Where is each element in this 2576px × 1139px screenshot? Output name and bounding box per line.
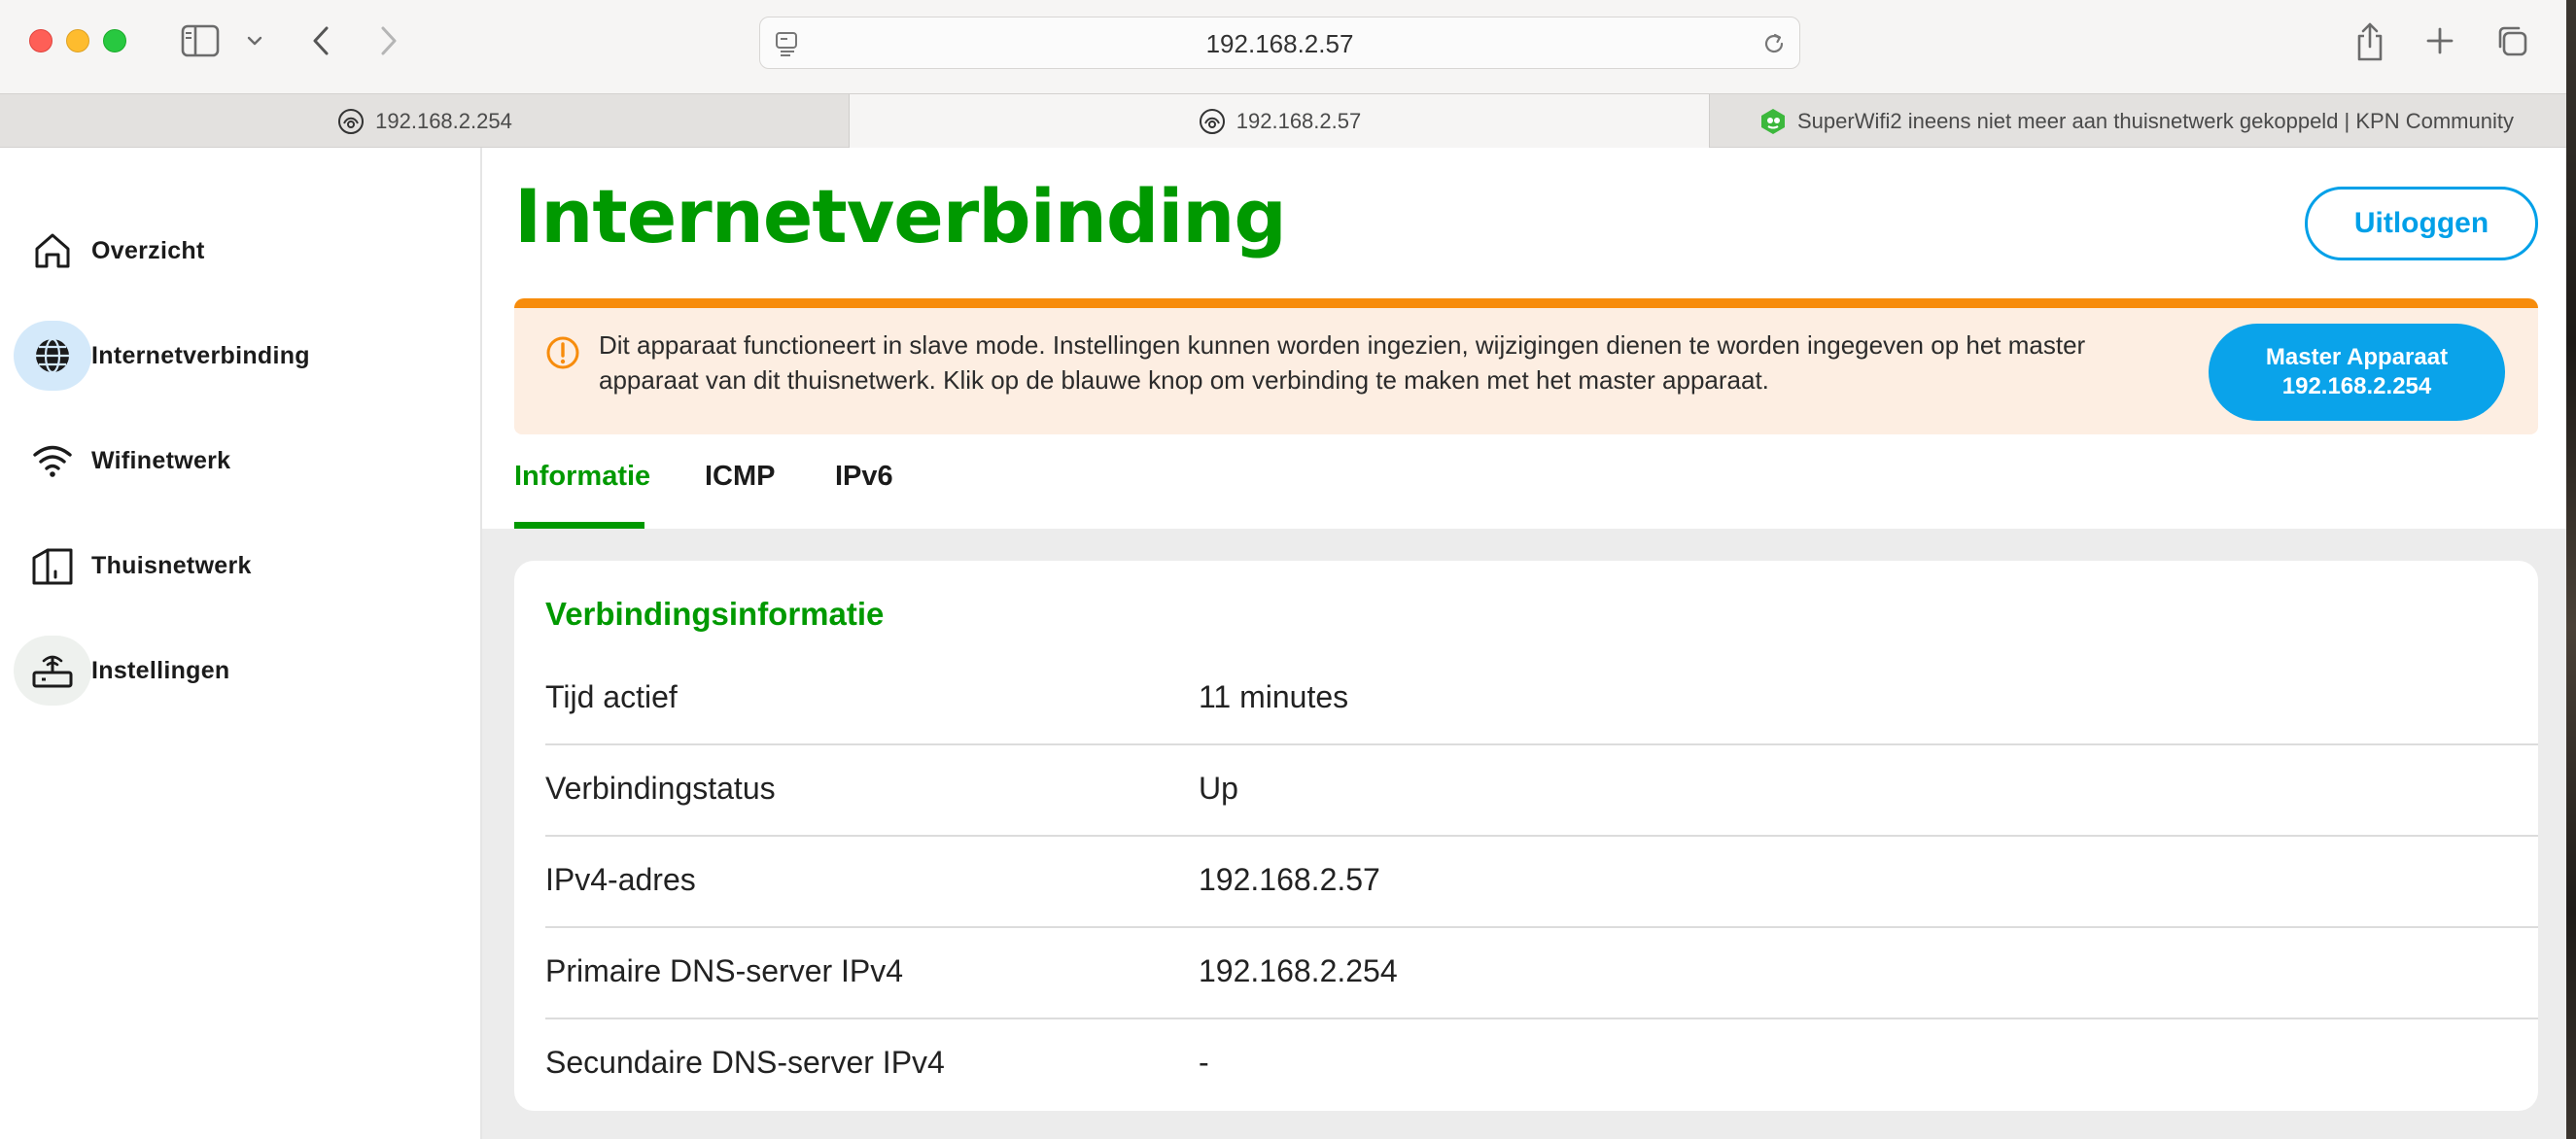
tab-label: ICMP (705, 461, 776, 492)
info-value: 192.168.2.57 (1199, 862, 1380, 897)
sidebar-item-label: Internetverbinding (91, 341, 310, 369)
info-row: IPv4-adres 192.168.2.57 (545, 837, 2538, 928)
kpn-community-icon (1761, 109, 1785, 134)
sidebar-item-label: Instellingen (91, 656, 230, 684)
alert-message: Dit apparaat functioneert in slave mode.… (599, 330, 2086, 395)
info-row: Secundaire DNS-server IPv4 - (545, 1019, 2538, 1111)
info-row: Primaire DNS-server IPv4 192.168.2.254 (545, 928, 2538, 1019)
plus-icon[interactable] (2420, 21, 2459, 60)
tab-label: Informatie (514, 461, 651, 492)
address-url[interactable]: 192.168.2.57 (760, 17, 1799, 70)
info-label: Verbindingstatus (545, 771, 776, 806)
connection-info-card: Verbindingsinformatie Tijd actief 11 min… (514, 561, 2538, 1111)
minimize-window-button[interactable] (66, 29, 89, 52)
browser-toolbar: 192.168.2.57 (0, 0, 2566, 93)
page-title: Internetverbinding (514, 173, 1287, 259)
tab-ipv6[interactable]: IPv6 (835, 461, 893, 529)
info-value: 11 minutes (1199, 679, 1349, 714)
tab-informatie[interactable]: Informatie (514, 461, 650, 529)
slave-mode-alert: Dit apparaat functioneert in slave mode.… (514, 298, 2538, 434)
sidebar-item-thuisnetwerk[interactable]: Thuisnetwerk (0, 527, 480, 604)
back-arrow-icon[interactable] (303, 21, 338, 60)
kpn-router-icon (1199, 109, 1225, 134)
info-label: Secundaire DNS-server IPv4 (545, 1045, 945, 1080)
forward-arrow-icon[interactable] (371, 21, 406, 60)
info-value: 192.168.2.254 (1199, 953, 1398, 988)
sidebar-item-label: Wifinetwerk (91, 446, 231, 474)
reload-icon[interactable] (1760, 30, 1788, 57)
share-icon[interactable] (2350, 19, 2389, 64)
zoom-window-button[interactable] (103, 29, 126, 52)
master-button-address: 192.168.2.254 (2281, 373, 2432, 399)
info-label: Tijd actief (545, 679, 678, 714)
sidebar-item-wifinetwerk[interactable]: Wifinetwerk (0, 422, 480, 500)
wifi-icon (14, 426, 91, 496)
sidebar-item-instellingen[interactable]: Instellingen (0, 632, 480, 709)
master-button-label: Master Apparaat (2265, 344, 2449, 370)
kpn-router-icon (338, 109, 365, 134)
info-row: Tijd actief 11 minutes (545, 654, 2538, 745)
tab-label: IPv6 (835, 461, 893, 492)
info-label: IPv4-adres (545, 862, 696, 897)
sidebar-item-label: Overzicht (91, 236, 205, 264)
info-value: Up (1199, 771, 1238, 806)
tab-title: SuperWifi2 ineens niet meer aan thuisnet… (1797, 109, 2514, 133)
close-window-button[interactable] (29, 29, 52, 52)
main-content: Internetverbinding Uitloggen Dit apparaa… (482, 148, 2566, 1139)
tab-title: 192.168.2.57 (1236, 109, 1362, 133)
address-bar[interactable]: 192.168.2.57 (759, 17, 1800, 69)
browser-tab[interactable]: 192.168.2.254 (0, 94, 850, 149)
active-tab-indicator (514, 522, 644, 529)
sidebar-item-label: Thuisnetwerk (91, 551, 252, 579)
card-title: Verbindingsinformatie (545, 596, 885, 632)
desktop-background (2566, 0, 2576, 1139)
sidebar: Overzicht Internetverbinding Wifinetwerk… (0, 148, 482, 1139)
master-device-button[interactable]: Master Apparaat 192.168.2.254 (2209, 324, 2505, 421)
tab-overview-icon[interactable] (2492, 21, 2531, 60)
tab-bar: 192.168.2.254 192.168.2.57 SuperWifi2 in… (0, 93, 2566, 149)
router-page: Overzicht Internetverbinding Wifinetwerk… (0, 148, 2566, 1139)
house-network-icon (14, 531, 91, 601)
chevron-down-icon[interactable] (243, 29, 266, 52)
home-icon (14, 216, 91, 286)
tab-icmp[interactable]: ICMP (705, 461, 776, 529)
tab-title: 192.168.2.254 (375, 109, 512, 133)
browser-window: 192.168.2.57 192.168.2.254 192.168.2.57 … (0, 0, 2566, 1139)
info-value: - (1199, 1045, 1209, 1080)
warning-icon (546, 336, 579, 369)
browser-tab[interactable]: SuperWifi2 ineens niet meer aan thuisnet… (1710, 94, 2566, 149)
sidebar-item-internetverbinding[interactable]: Internetverbinding (0, 317, 480, 395)
sidebar-toggle-icon[interactable] (181, 23, 220, 58)
sidebar-item-overzicht[interactable]: Overzicht (0, 212, 480, 290)
globe-icon (14, 321, 91, 391)
logout-button[interactable]: Uitloggen (2305, 187, 2538, 260)
info-row: Verbindingstatus Up (545, 745, 2538, 837)
browser-tab-active[interactable]: 192.168.2.57 (850, 94, 1710, 149)
router-icon (14, 636, 91, 706)
info-label: Primaire DNS-server IPv4 (545, 953, 904, 988)
main-header-area: Internetverbinding Uitloggen Dit apparaa… (482, 148, 2566, 529)
